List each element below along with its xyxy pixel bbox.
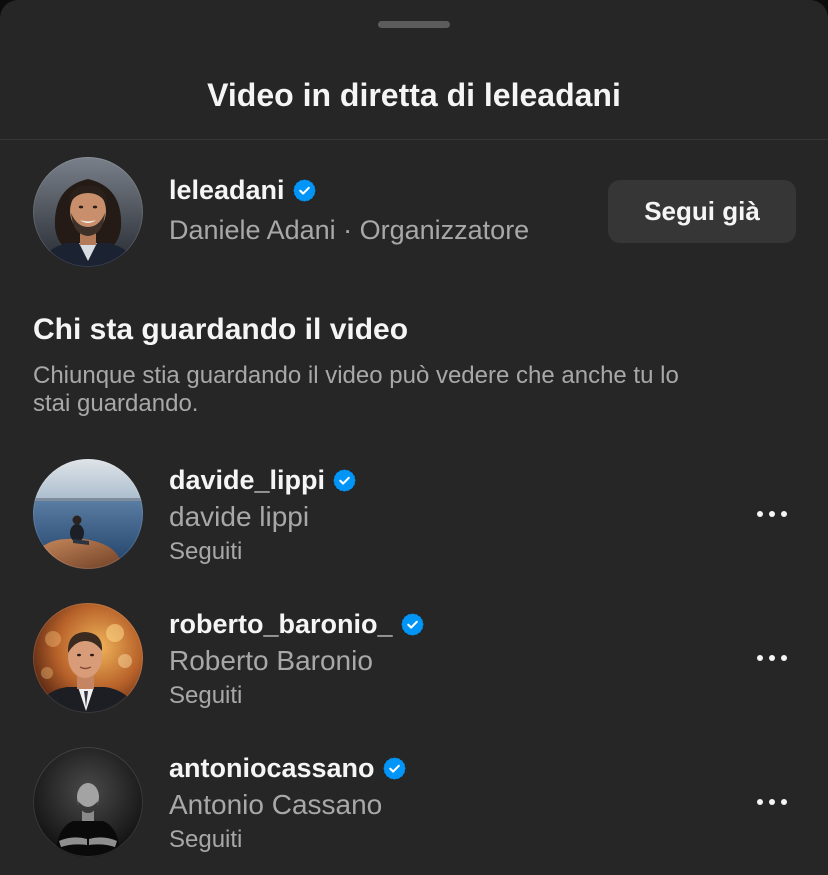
viewer-row[interactable]: antoniocassano Antonio Cassano Seguiti [0, 747, 828, 857]
more-horizontal-icon [757, 654, 787, 662]
more-options-button[interactable] [752, 790, 792, 814]
viewer-row[interactable]: roberto_baronio_ Roberto Baronio Seguiti [0, 603, 828, 713]
host-avatar-photo [33, 157, 143, 267]
viewer-full-name: Roberto Baronio [169, 645, 373, 676]
viewer-follow-status: Seguiti [169, 826, 243, 853]
verified-badge-icon [401, 613, 424, 636]
viewer-avatar-photo [33, 603, 143, 713]
verified-badge-icon [383, 757, 406, 780]
viewer-avatar-photo [33, 747, 143, 857]
host-row[interactable]: leleadani Daniele Adani · Organizzatore … [0, 157, 828, 267]
host-subtitle: Daniele Adani · Organizzatore [169, 215, 530, 245]
viewers-description: Chiunque stia guardando il video può ved… [33, 362, 679, 417]
viewer-avatar[interactable] [33, 747, 143, 857]
viewer-row[interactable]: davide_lippi davide lippi Seguiti [0, 459, 828, 569]
viewers-heading: Chi sta guardando il video [33, 313, 409, 346]
host-avatar[interactable] [33, 157, 143, 267]
drag-handle[interactable] [378, 21, 450, 28]
viewer-username-line: davide_lippi [169, 462, 356, 498]
viewer-username-line: roberto_baronio_ [169, 606, 424, 642]
viewer-full-name: davide lippi [169, 501, 310, 532]
more-options-button[interactable] [752, 502, 792, 526]
host-username[interactable]: leleadani [169, 172, 285, 208]
verified-badge-icon [293, 179, 316, 202]
viewer-follow-status: Seguiti [169, 538, 243, 565]
viewer-username[interactable]: davide_lippi [169, 462, 325, 498]
viewer-avatar[interactable] [33, 459, 143, 569]
host-username-line: leleadani [169, 172, 316, 208]
more-options-button[interactable] [752, 646, 792, 670]
viewer-username[interactable]: roberto_baronio_ [169, 606, 393, 642]
live-viewers-sheet: Video in diretta di leleadani leleadani … [0, 0, 828, 875]
viewer-avatar-photo [33, 459, 143, 569]
more-horizontal-icon [757, 510, 787, 518]
viewer-full-name: Antonio Cassano [169, 789, 383, 820]
more-horizontal-icon [757, 798, 787, 806]
viewer-avatar[interactable] [33, 603, 143, 713]
header-divider [0, 139, 828, 140]
following-button[interactable]: Segui già [608, 180, 796, 243]
viewer-username-line: antoniocassano [169, 750, 406, 786]
verified-badge-icon [333, 469, 356, 492]
viewer-username[interactable]: antoniocassano [169, 750, 375, 786]
sheet-title: Video in diretta di leleadani [207, 77, 621, 113]
viewer-follow-status: Seguiti [169, 682, 243, 709]
